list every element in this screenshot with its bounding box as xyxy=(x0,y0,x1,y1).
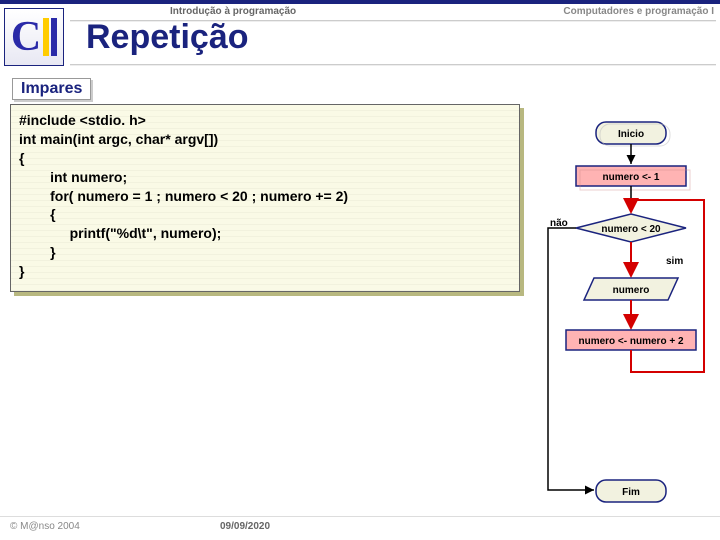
section-label: Impares xyxy=(12,78,91,100)
flow-yes-label: sim xyxy=(666,256,683,267)
flow-incr: numero <- numero + 2 xyxy=(578,336,683,347)
logo: C xyxy=(4,8,64,66)
page-title: Repetição xyxy=(86,18,249,57)
header-right: Computadores e programação I xyxy=(563,6,714,17)
footer-date: 09/09/2020 xyxy=(220,521,270,532)
top-bar: Introdução à programação Computadores e … xyxy=(0,0,720,18)
flow-start: Inicio xyxy=(618,129,644,140)
flowchart: Inicio numero <- 1 numero < 20 não sim n… xyxy=(544,120,712,520)
code-text: #include <stdio. h> int main(int argc, c… xyxy=(19,111,511,281)
logo-letter: C xyxy=(11,16,41,58)
header-left: Introdução à programação xyxy=(170,6,296,17)
flow-cond: numero < 20 xyxy=(601,224,661,235)
footer-copyright: © M@nso 2004 xyxy=(10,521,80,532)
logo-bar-blue xyxy=(51,18,57,56)
flow-print: numero xyxy=(613,285,650,296)
flow-init: numero <- 1 xyxy=(603,172,660,183)
footer: © M@nso 2004 09/09/2020 xyxy=(0,516,720,536)
logo-bar-yellow xyxy=(43,18,49,56)
code-box: #include <stdio. h> int main(int argc, c… xyxy=(10,104,520,292)
flow-end: Fim xyxy=(622,487,640,498)
divider-bottom xyxy=(70,64,716,66)
